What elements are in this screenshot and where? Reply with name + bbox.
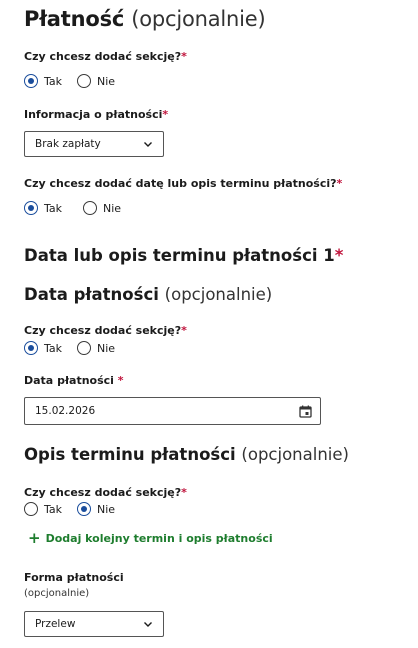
payment-add-section-label: Czy chcesz dodać sekcję?* (24, 50, 187, 63)
term-desc-section-title: Opis terminu płatności (opcjonalnie) (24, 445, 349, 464)
radio-option-no[interactable]: Nie (77, 502, 115, 516)
radio-label: Tak (44, 341, 63, 355)
radio-button-checked[interactable] (77, 502, 92, 516)
payment-title-text: Płatność (24, 7, 125, 31)
term-desc-optional-text: (opcjonalnie) (241, 445, 349, 464)
question-text: Czy chcesz dodać sekcję? (24, 50, 182, 63)
required-mark: * (181, 324, 187, 337)
radio-option-yes[interactable]: Tak (24, 201, 62, 215)
field-label-text: Informacja o płatności (24, 108, 163, 121)
radio-option-no[interactable]: Nie (77, 74, 115, 88)
pay-date-optional-text: (opcjonalnie) (164, 285, 273, 304)
radio-button-checked[interactable] (24, 341, 38, 355)
calendar-icon[interactable] (299, 405, 312, 418)
pay-date-field-label: Data płatności * (24, 374, 124, 387)
pay-form-select[interactable]: Przelew (24, 611, 164, 637)
required-mark: * (181, 50, 187, 63)
chevron-down-icon (144, 142, 152, 147)
radio-option-no[interactable]: Nie (83, 201, 121, 215)
required-mark: * (162, 108, 169, 121)
required-mark: * (334, 246, 344, 265)
select-value: Brak zapłaty (35, 138, 101, 150)
field-label-text: Data płatności (24, 374, 114, 387)
radio-label: Nie (97, 502, 116, 516)
pay-form-optional: (opcjonalnie) (24, 588, 90, 599)
term-desc-title-text: Opis terminu płatności (24, 445, 236, 464)
term-desc-add-section-label: Czy chcesz dodać sekcję?* (24, 486, 187, 499)
radio-button[interactable] (24, 502, 38, 516)
plus-icon: + (28, 529, 41, 547)
payment-add-date-radio-group: Tak Nie (24, 200, 121, 216)
pay-form-label: Forma płatności (24, 571, 124, 584)
pay-date-input[interactable]: 15.02.2026 (24, 397, 321, 425)
radio-button-checked[interactable] (24, 201, 38, 215)
question-text: Czy chcesz dodać sekcję? (24, 324, 182, 337)
payment-optional-text: (opcjonalnie) (131, 7, 266, 31)
question-text: Czy chcesz dodać datę lub opis terminu p… (24, 177, 337, 190)
radio-button-checked[interactable] (24, 74, 38, 88)
payment-info-select[interactable]: Brak zapłaty (24, 131, 164, 157)
required-mark: * (181, 486, 187, 499)
payment-add-section-radio-group: Tak Nie (24, 73, 115, 89)
required-mark: * (117, 374, 124, 387)
term-group-title: Data lub opis terminu płatności 1* (24, 246, 343, 265)
date-value: 15.02.2026 (35, 405, 96, 417)
pay-date-radio-group: Tak Nie (24, 340, 115, 356)
radio-button[interactable] (77, 341, 92, 355)
payment-info-label: Informacja o płatności* (24, 108, 168, 121)
question-text: Czy chcesz dodać sekcję? (24, 486, 182, 499)
pay-date-title-text: Data płatności (24, 285, 159, 304)
radio-label: Nie (97, 341, 116, 355)
radio-label: Nie (103, 201, 122, 215)
radio-option-no[interactable]: Nie (77, 341, 115, 355)
payment-section-title: Płatność (opcjonalnie) (24, 7, 266, 31)
radio-label: Tak (44, 74, 63, 88)
term-title-text: Data lub opis terminu płatności 1 (24, 246, 335, 265)
select-value: Przelew (35, 618, 76, 630)
radio-label: Tak (44, 502, 63, 516)
add-term-link-text: Dodaj kolejny termin i opis płatności (45, 532, 273, 545)
payment-add-date-label: Czy chcesz dodać datę lub opis terminu p… (24, 177, 342, 190)
required-mark: * (336, 177, 343, 190)
add-term-link[interactable]: + Dodaj kolejny termin i opis płatności (28, 531, 273, 546)
chevron-down-icon (144, 622, 152, 627)
radio-label: Tak (44, 201, 63, 215)
radio-option-yes[interactable]: Tak (24, 74, 62, 88)
term-desc-radio-group: Tak Nie (24, 501, 115, 517)
pay-date-section-title: Data płatności (opcjonalnie) (24, 285, 272, 304)
radio-option-yes[interactable]: Tak (24, 502, 62, 516)
radio-option-yes[interactable]: Tak (24, 341, 62, 355)
radio-label: Nie (97, 74, 116, 88)
radio-button[interactable] (77, 74, 92, 88)
radio-button[interactable] (83, 201, 98, 215)
pay-date-add-section-label: Czy chcesz dodać sekcję?* (24, 324, 187, 337)
